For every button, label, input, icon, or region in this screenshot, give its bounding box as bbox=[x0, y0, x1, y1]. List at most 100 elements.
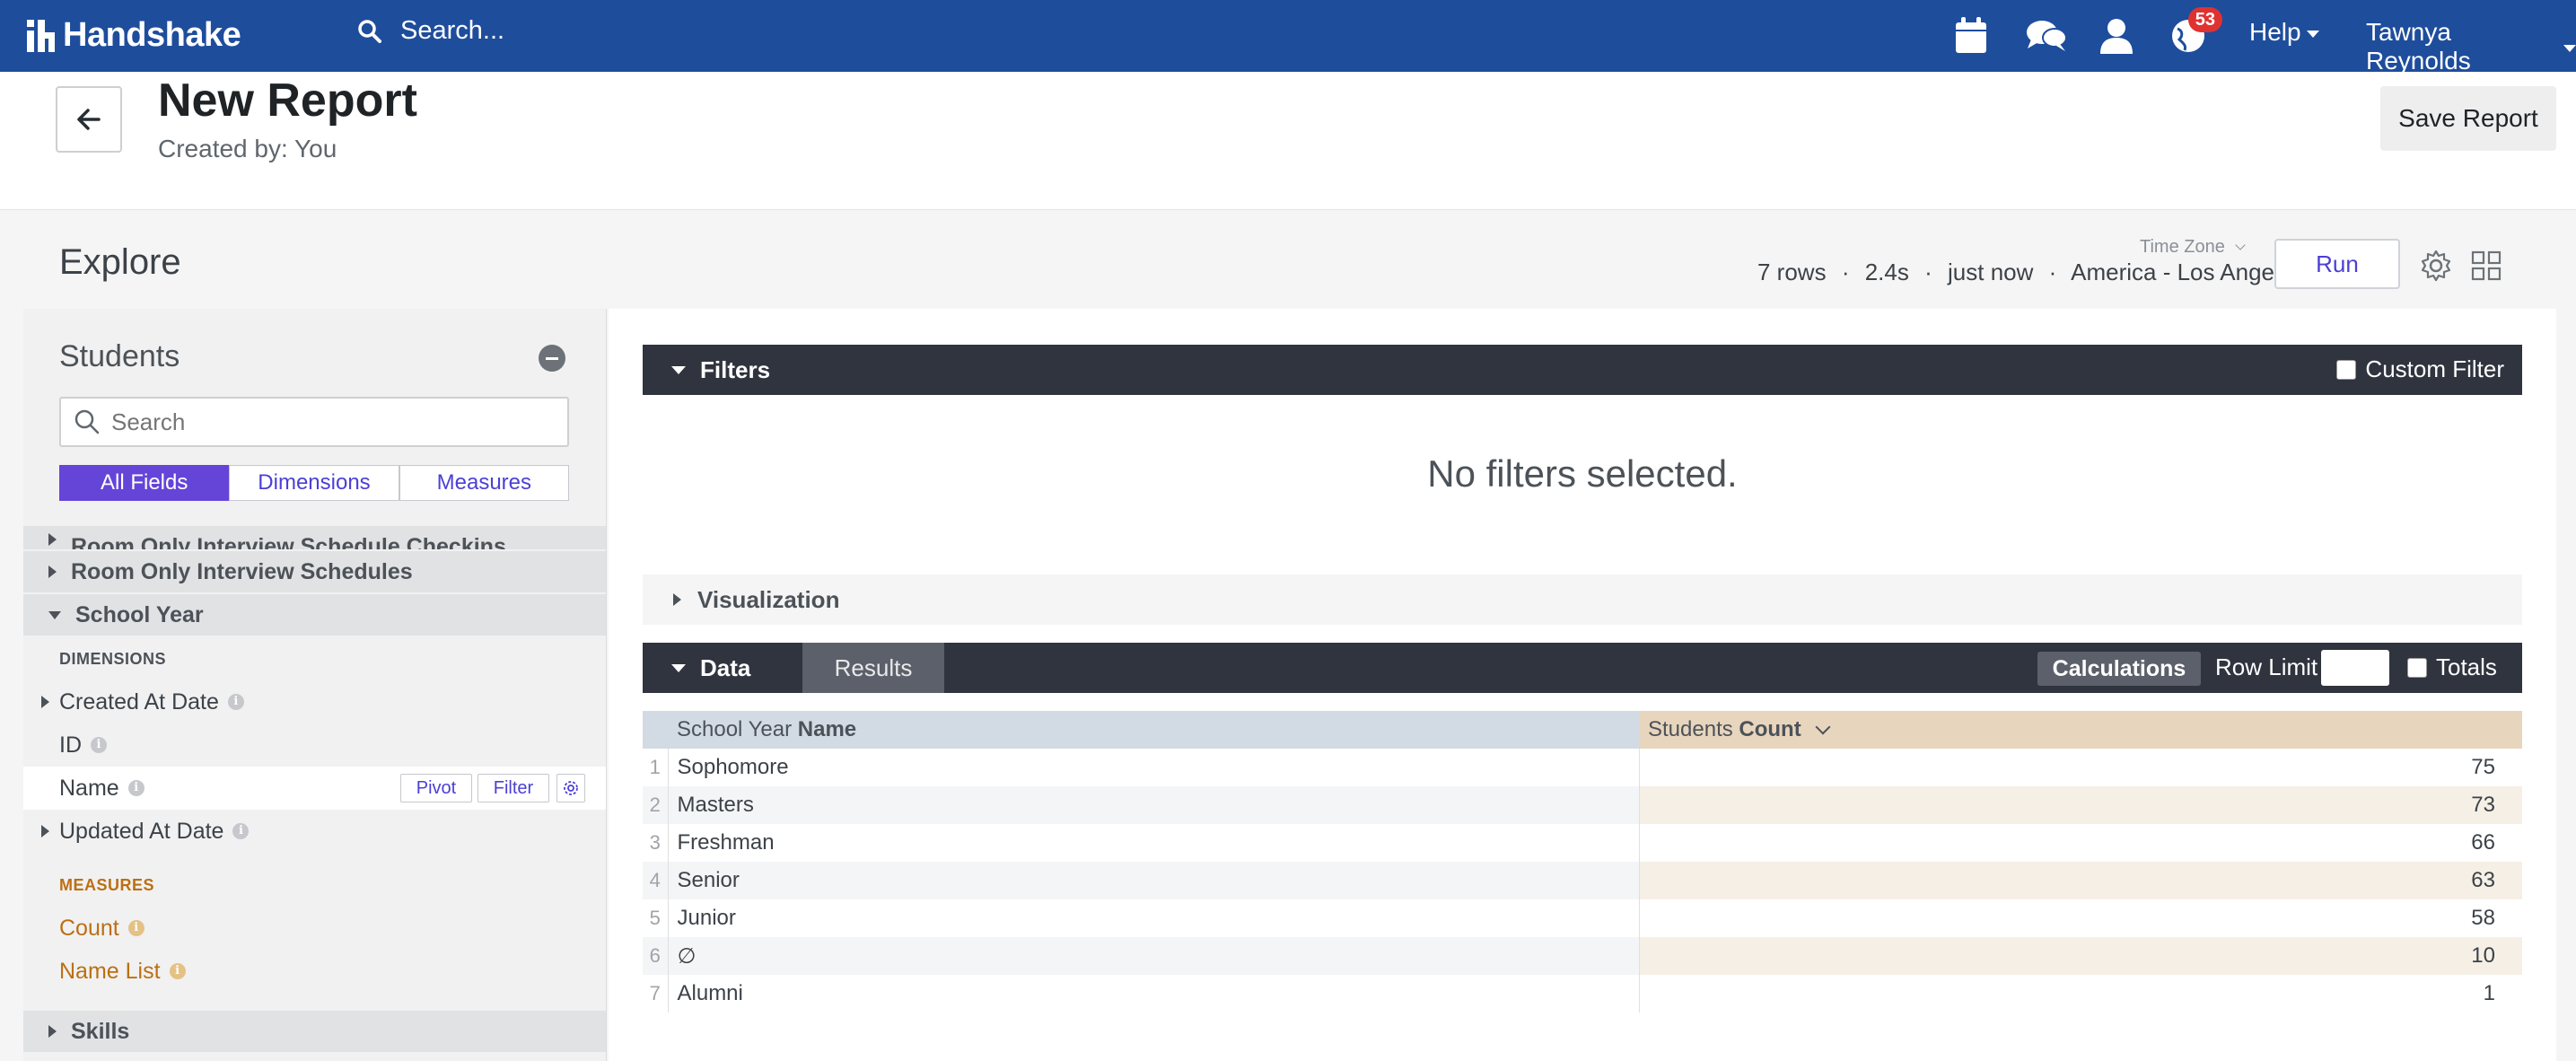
students-count-cell[interactable]: 66 bbox=[1639, 824, 2522, 862]
info-icon[interactable]: i bbox=[227, 694, 244, 710]
save-report-button[interactable]: Save Report bbox=[2380, 86, 2556, 151]
table-row: 4 Senior 63 bbox=[643, 862, 2522, 899]
timezone-label: Time Zone bbox=[2140, 237, 2225, 257]
students-count-cell[interactable]: 63 bbox=[1639, 862, 2522, 899]
field-name-list[interactable]: Name List i bbox=[23, 950, 606, 993]
column-header-students-count[interactable]: Students Count bbox=[1639, 711, 2522, 749]
row-limit-input[interactable] bbox=[2321, 650, 2389, 686]
gear-icon[interactable] bbox=[2418, 248, 2454, 284]
info-icon[interactable]: i bbox=[127, 780, 145, 796]
field-label: Name bbox=[59, 775, 119, 801]
students-count-cell[interactable]: 10 bbox=[1639, 937, 2522, 975]
globe-notifications-icon[interactable]: 53 bbox=[2167, 7, 2222, 57]
info-icon[interactable]: i bbox=[169, 963, 186, 979]
search-icon bbox=[358, 19, 381, 43]
field-filter-tabs: All Fields Dimensions Measures bbox=[59, 465, 569, 501]
school-year-name-cell[interactable]: Alumni bbox=[668, 975, 1640, 1013]
view-room-only-interview-schedule-checkins[interactable]: Room Only Interview Schedule Checkins bbox=[23, 526, 606, 549]
school-year-name-cell[interactable]: Senior bbox=[668, 862, 1640, 899]
created-by-text: Created by: You bbox=[158, 135, 337, 162]
row-count: 7 rows bbox=[1757, 259, 1827, 285]
data-label: Data bbox=[700, 653, 751, 681]
students-count-cell[interactable]: 1 bbox=[1639, 975, 2522, 1013]
column-header-school-year-name[interactable]: School Year Name bbox=[668, 711, 1639, 749]
row-number: 2 bbox=[643, 786, 669, 824]
custom-filter-toggle[interactable]: Custom Filter bbox=[2336, 355, 2504, 383]
filter-button[interactable]: Filter bbox=[478, 774, 549, 802]
no-filters-message: No filters selected. bbox=[1427, 452, 1738, 495]
info-icon[interactable]: i bbox=[91, 737, 107, 753]
totals-checkbox[interactable] bbox=[2407, 657, 2427, 678]
arrow-left-icon bbox=[77, 109, 101, 130]
calculations-button[interactable]: Calculations bbox=[2037, 652, 2201, 686]
tab-results[interactable]: Results bbox=[802, 643, 944, 693]
sort-descending-icon[interactable] bbox=[1815, 719, 1831, 735]
totals-toggle[interactable]: Totals bbox=[2407, 653, 2497, 681]
caret-right-icon bbox=[673, 593, 681, 606]
field-settings-gear-icon[interactable] bbox=[556, 774, 585, 802]
table-row: 2 Masters 73 bbox=[643, 786, 2522, 824]
tab-measures[interactable]: Measures bbox=[399, 465, 569, 501]
handshake-logo-icon bbox=[27, 19, 55, 52]
tab-all-fields[interactable]: All Fields bbox=[59, 465, 230, 501]
field-created-at-date[interactable]: Created At Date i bbox=[23, 680, 606, 723]
messages-icon[interactable] bbox=[2025, 14, 2068, 57]
caret-down-icon bbox=[2306, 31, 2319, 38]
query-metadata: 7 rows · 2.4s · just now · America - Los… bbox=[1757, 259, 2304, 286]
tab-dimensions[interactable]: Dimensions bbox=[229, 465, 399, 501]
students-count-cell[interactable]: 73 bbox=[1639, 786, 2522, 824]
field-label: Name List bbox=[59, 958, 161, 984]
field-search[interactable] bbox=[59, 397, 569, 447]
view-school-year[interactable]: School Year bbox=[23, 594, 606, 636]
view-room-only-interview-schedules[interactable]: Room Only Interview Schedules bbox=[23, 551, 606, 592]
visualization-section-header[interactable]: Visualization bbox=[643, 574, 2522, 625]
field-updated-at-date[interactable]: Updated At Date i bbox=[23, 810, 606, 853]
data-section-header[interactable]: Data Results Calculations Row Limit Tota… bbox=[643, 643, 2522, 693]
chevron-down-icon bbox=[2235, 240, 2247, 250]
search-icon bbox=[74, 409, 100, 434]
students-count-cell[interactable]: 58 bbox=[1639, 899, 2522, 937]
filters-section-header[interactable]: Filters Custom Filter bbox=[643, 345, 2522, 395]
logo-text: Handshake bbox=[63, 16, 241, 54]
field-id[interactable]: ID i bbox=[23, 723, 606, 767]
field-search-input[interactable] bbox=[111, 408, 542, 436]
table-row: 5 Junior 58 bbox=[643, 899, 2522, 937]
field-label: Created At Date bbox=[59, 688, 219, 715]
view-skills[interactable]: Skills bbox=[23, 1011, 606, 1052]
table-row: 3 Freshman 66 bbox=[643, 824, 2522, 862]
collapse-panel-icon[interactable] bbox=[539, 345, 565, 372]
user-menu[interactable]: Tawnya Reynolds bbox=[2366, 18, 2576, 75]
meta-separator: · bbox=[1924, 259, 1932, 285]
timezone-selector[interactable]: Time Zone bbox=[2140, 237, 2247, 258]
school-year-name-cell[interactable]: Freshman bbox=[668, 824, 1640, 862]
students-count-cell[interactable]: 75 bbox=[1639, 749, 2522, 786]
school-year-name-cell[interactable]: Masters bbox=[668, 786, 1640, 824]
field-list: Room Only Interview Schedule Checkins Ro… bbox=[23, 526, 606, 1054]
dimensions-group-label: DIMENSIONS bbox=[59, 649, 167, 668]
school-year-name-cell[interactable]: Sophomore bbox=[668, 749, 1640, 786]
field-name[interactable]: Name i Pivot Filter bbox=[23, 767, 606, 810]
field-label: ID bbox=[59, 732, 82, 758]
table-row: 6 ∅ 10 bbox=[643, 937, 2522, 975]
custom-filter-checkbox[interactable] bbox=[2336, 359, 2357, 380]
grid-layout-icon[interactable] bbox=[2468, 248, 2504, 284]
school-year-name-cell-null[interactable]: ∅ bbox=[668, 937, 1640, 975]
back-button[interactable] bbox=[56, 86, 122, 153]
field-label: Updated At Date bbox=[59, 818, 224, 844]
school-year-name-cell[interactable]: Junior bbox=[668, 899, 1640, 937]
page-title: New Report bbox=[158, 75, 417, 127]
notification-count-badge: 53 bbox=[2187, 7, 2222, 32]
row-number: 5 bbox=[643, 899, 669, 937]
pivot-button[interactable]: Pivot bbox=[400, 774, 472, 802]
info-icon[interactable]: i bbox=[127, 920, 145, 936]
help-menu[interactable]: Help bbox=[2249, 18, 2319, 47]
info-icon[interactable]: i bbox=[232, 823, 250, 839]
field-count[interactable]: Count i bbox=[23, 907, 606, 950]
run-button[interactable]: Run bbox=[2274, 239, 2400, 289]
global-search[interactable]: Search... bbox=[357, 16, 504, 46]
calendar-icon[interactable] bbox=[1950, 14, 1993, 57]
row-number-header bbox=[643, 711, 668, 749]
profile-icon[interactable] bbox=[2095, 14, 2138, 57]
handshake-logo[interactable]: Handshake bbox=[25, 16, 241, 55]
row-number: 7 bbox=[643, 975, 669, 1013]
